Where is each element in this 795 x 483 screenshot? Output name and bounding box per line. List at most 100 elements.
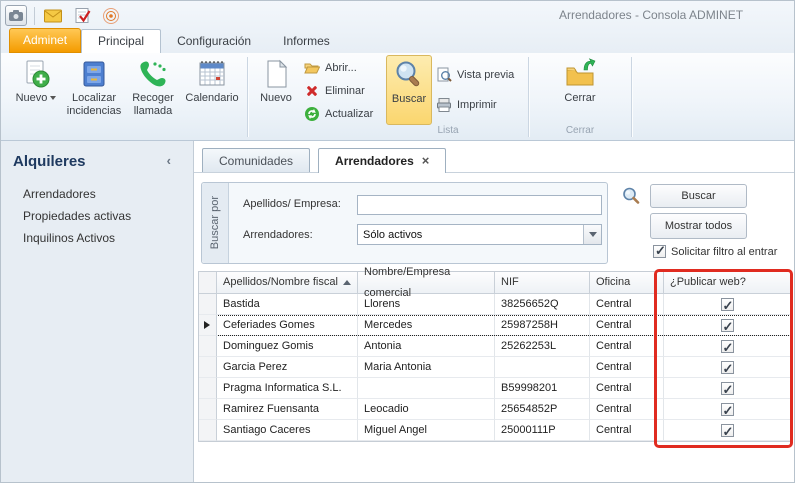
localizar-incidencias-button[interactable]: Localizar incidencias — [63, 55, 125, 125]
imprimir-button[interactable]: Imprimir — [432, 95, 524, 115]
ribbon-group-label — [9, 125, 243, 138]
tasks-icon — [74, 7, 91, 24]
group-separator — [528, 57, 529, 137]
column-header-nombre[interactable]: Nombre/Empresa comercial — [358, 272, 495, 294]
refresh-icon — [304, 106, 320, 122]
sidebar-title: Alquileres — [13, 153, 86, 170]
column-header-nif[interactable]: NIF — [495, 272, 590, 294]
cell-nombre: Maria Antonia — [358, 357, 495, 378]
sidebar-item[interactable]: Propiedades activas — [23, 205, 185, 227]
collapse-sidebar-button[interactable]: ‹ — [167, 153, 171, 168]
grid-header: Apellidos/Nombre fiscal Nombre/Empresa c… — [199, 272, 791, 294]
calendario-button[interactable]: Calendario — [181, 55, 243, 125]
cell-publicar-web — [664, 378, 791, 399]
sidebar-item[interactable]: Arrendadores — [23, 183, 185, 205]
close-tab-icon[interactable]: × — [422, 156, 430, 166]
cell-nif: 25987258H — [495, 315, 590, 336]
row-indicator-header — [199, 272, 217, 294]
arrendadores-select[interactable]: Sólo activos — [357, 224, 602, 245]
cell-publicar-web — [664, 294, 791, 315]
solicitar-filtro-checkbox[interactable] — [653, 245, 666, 258]
arrendadores-grid: Apellidos/Nombre fiscal Nombre/Empresa c… — [198, 271, 792, 442]
solicitar-filtro-row: Solicitar filtro al entrar — [653, 245, 777, 258]
broadcast-button[interactable] — [100, 5, 122, 26]
table-row[interactable]: Santiago Caceres Miguel Angel 25000111P … — [199, 420, 791, 441]
column-header-apellidos[interactable]: Apellidos/Nombre fiscal — [217, 272, 358, 294]
tab-configuracion[interactable]: Configuración — [161, 30, 267, 53]
cerrar-group-label: Cerrar — [533, 125, 627, 138]
publicar-web-checkbox[interactable] — [721, 403, 734, 416]
tasks-button[interactable] — [71, 5, 93, 26]
cell-apellidos: Garcia Perez — [217, 357, 358, 378]
new-document-plus-icon — [20, 58, 52, 90]
tab-informes[interactable]: Informes — [267, 30, 346, 53]
tab-label: Arrendadores — [335, 154, 414, 168]
sidebar-items: ArrendadoresPropiedades activasInquilino… — [23, 183, 185, 249]
publicar-web-checkbox[interactable] — [721, 340, 734, 353]
row-indicator-cell — [199, 420, 217, 441]
cell-oficina: Central — [590, 294, 664, 315]
phone-icon — [137, 58, 169, 90]
combo-dropdown-button[interactable] — [583, 225, 601, 244]
cell-nombre — [358, 378, 495, 399]
print-preview-icon — [436, 67, 452, 83]
tab-principal[interactable]: Principal — [81, 29, 161, 53]
cell-publicar-web — [664, 420, 791, 441]
document-tabstrip: Comunidades Arrendadores × — [194, 148, 794, 173]
buscar-por-vertical-tab[interactable]: Buscar por — [202, 183, 229, 263]
nuevo-lista-button[interactable]: Nuevo — [252, 55, 300, 125]
abrir-button[interactable]: Abrir... — [300, 58, 386, 78]
publicar-web-checkbox[interactable] — [721, 382, 734, 395]
table-row[interactable]: Dominguez Gomis Antonia 25262253L Centra… — [199, 336, 791, 357]
nuevo-dropdown-button[interactable]: Nuevo — [9, 55, 63, 125]
apellidos-empresa-input[interactable] — [357, 195, 602, 215]
publicar-web-checkbox[interactable] — [721, 361, 734, 374]
cell-apellidos: Santiago Caceres — [217, 420, 358, 441]
cell-nif: 38256652Q — [495, 294, 590, 315]
buscar-ribbon-button[interactable]: Buscar — [386, 55, 432, 125]
group-separator — [631, 57, 632, 137]
buscar-button[interactable]: Buscar — [650, 184, 747, 208]
publicar-web-checkbox[interactable] — [721, 424, 734, 437]
row-indicator-cell — [199, 378, 217, 399]
cerrar-button[interactable]: Cerrar — [553, 55, 607, 125]
printer-icon — [436, 97, 452, 113]
app-menu-button[interactable] — [5, 5, 27, 26]
mail-button[interactable] — [42, 5, 64, 26]
cell-publicar-web — [664, 336, 791, 357]
vista-previa-button[interactable]: Vista previa — [432, 65, 524, 85]
eliminar-button[interactable]: Eliminar — [300, 81, 386, 101]
cell-nombre: Leocadio — [358, 399, 495, 420]
table-row[interactable]: Pragma Informatica S.L. B59998201 Centra… — [199, 378, 791, 399]
tab-adminet[interactable]: Adminet — [9, 28, 81, 53]
search-icon — [621, 186, 641, 206]
cell-nombre: Antonia — [358, 336, 495, 357]
row-indicator-cell — [199, 294, 217, 315]
table-row[interactable]: Ceferiades Gomes Mercedes 25987258H Cent… — [199, 315, 791, 336]
publicar-web-checkbox[interactable] — [721, 298, 734, 311]
cell-nombre: Llorens — [358, 294, 495, 315]
actualizar-button[interactable]: Actualizar — [300, 104, 386, 124]
chevron-down-icon — [50, 96, 56, 100]
buscar-por-label: Buscar por — [209, 196, 221, 249]
calendar-icon — [196, 58, 228, 90]
cell-oficina: Central — [590, 378, 664, 399]
publicar-web-checkbox[interactable] — [721, 319, 734, 332]
mostrar-todos-button[interactable]: Mostrar todos — [650, 213, 747, 239]
title-bar: Arrendadores - Consola ADMINET Adminet P… — [1, 1, 794, 53]
chevron-down-icon — [589, 232, 597, 237]
lista-group-label: Lista — [252, 125, 524, 138]
table-row[interactable]: Bastida Llorens 38256652Q Central — [199, 294, 791, 315]
toolbar-separator — [34, 7, 35, 25]
tab-arrendadores[interactable]: Arrendadores × — [318, 148, 446, 173]
sidebar-item[interactable]: Inquilinos Activos — [23, 227, 185, 249]
cell-nombre: Miguel Angel — [358, 420, 495, 441]
column-header-oficina[interactable]: Oficina — [590, 272, 664, 294]
column-header-publicar-web[interactable]: ¿Publicar web? — [664, 272, 791, 294]
delete-x-icon — [304, 83, 320, 99]
recoger-llamada-button[interactable]: Recoger llamada — [125, 55, 181, 125]
cell-apellidos: Dominguez Gomis — [217, 336, 358, 357]
table-row[interactable]: Garcia Perez Maria Antonia Central — [199, 357, 791, 378]
tab-comunidades[interactable]: Comunidades — [202, 148, 310, 172]
table-row[interactable]: Ramirez Fuensanta Leocadio 25654852P Cen… — [199, 399, 791, 420]
